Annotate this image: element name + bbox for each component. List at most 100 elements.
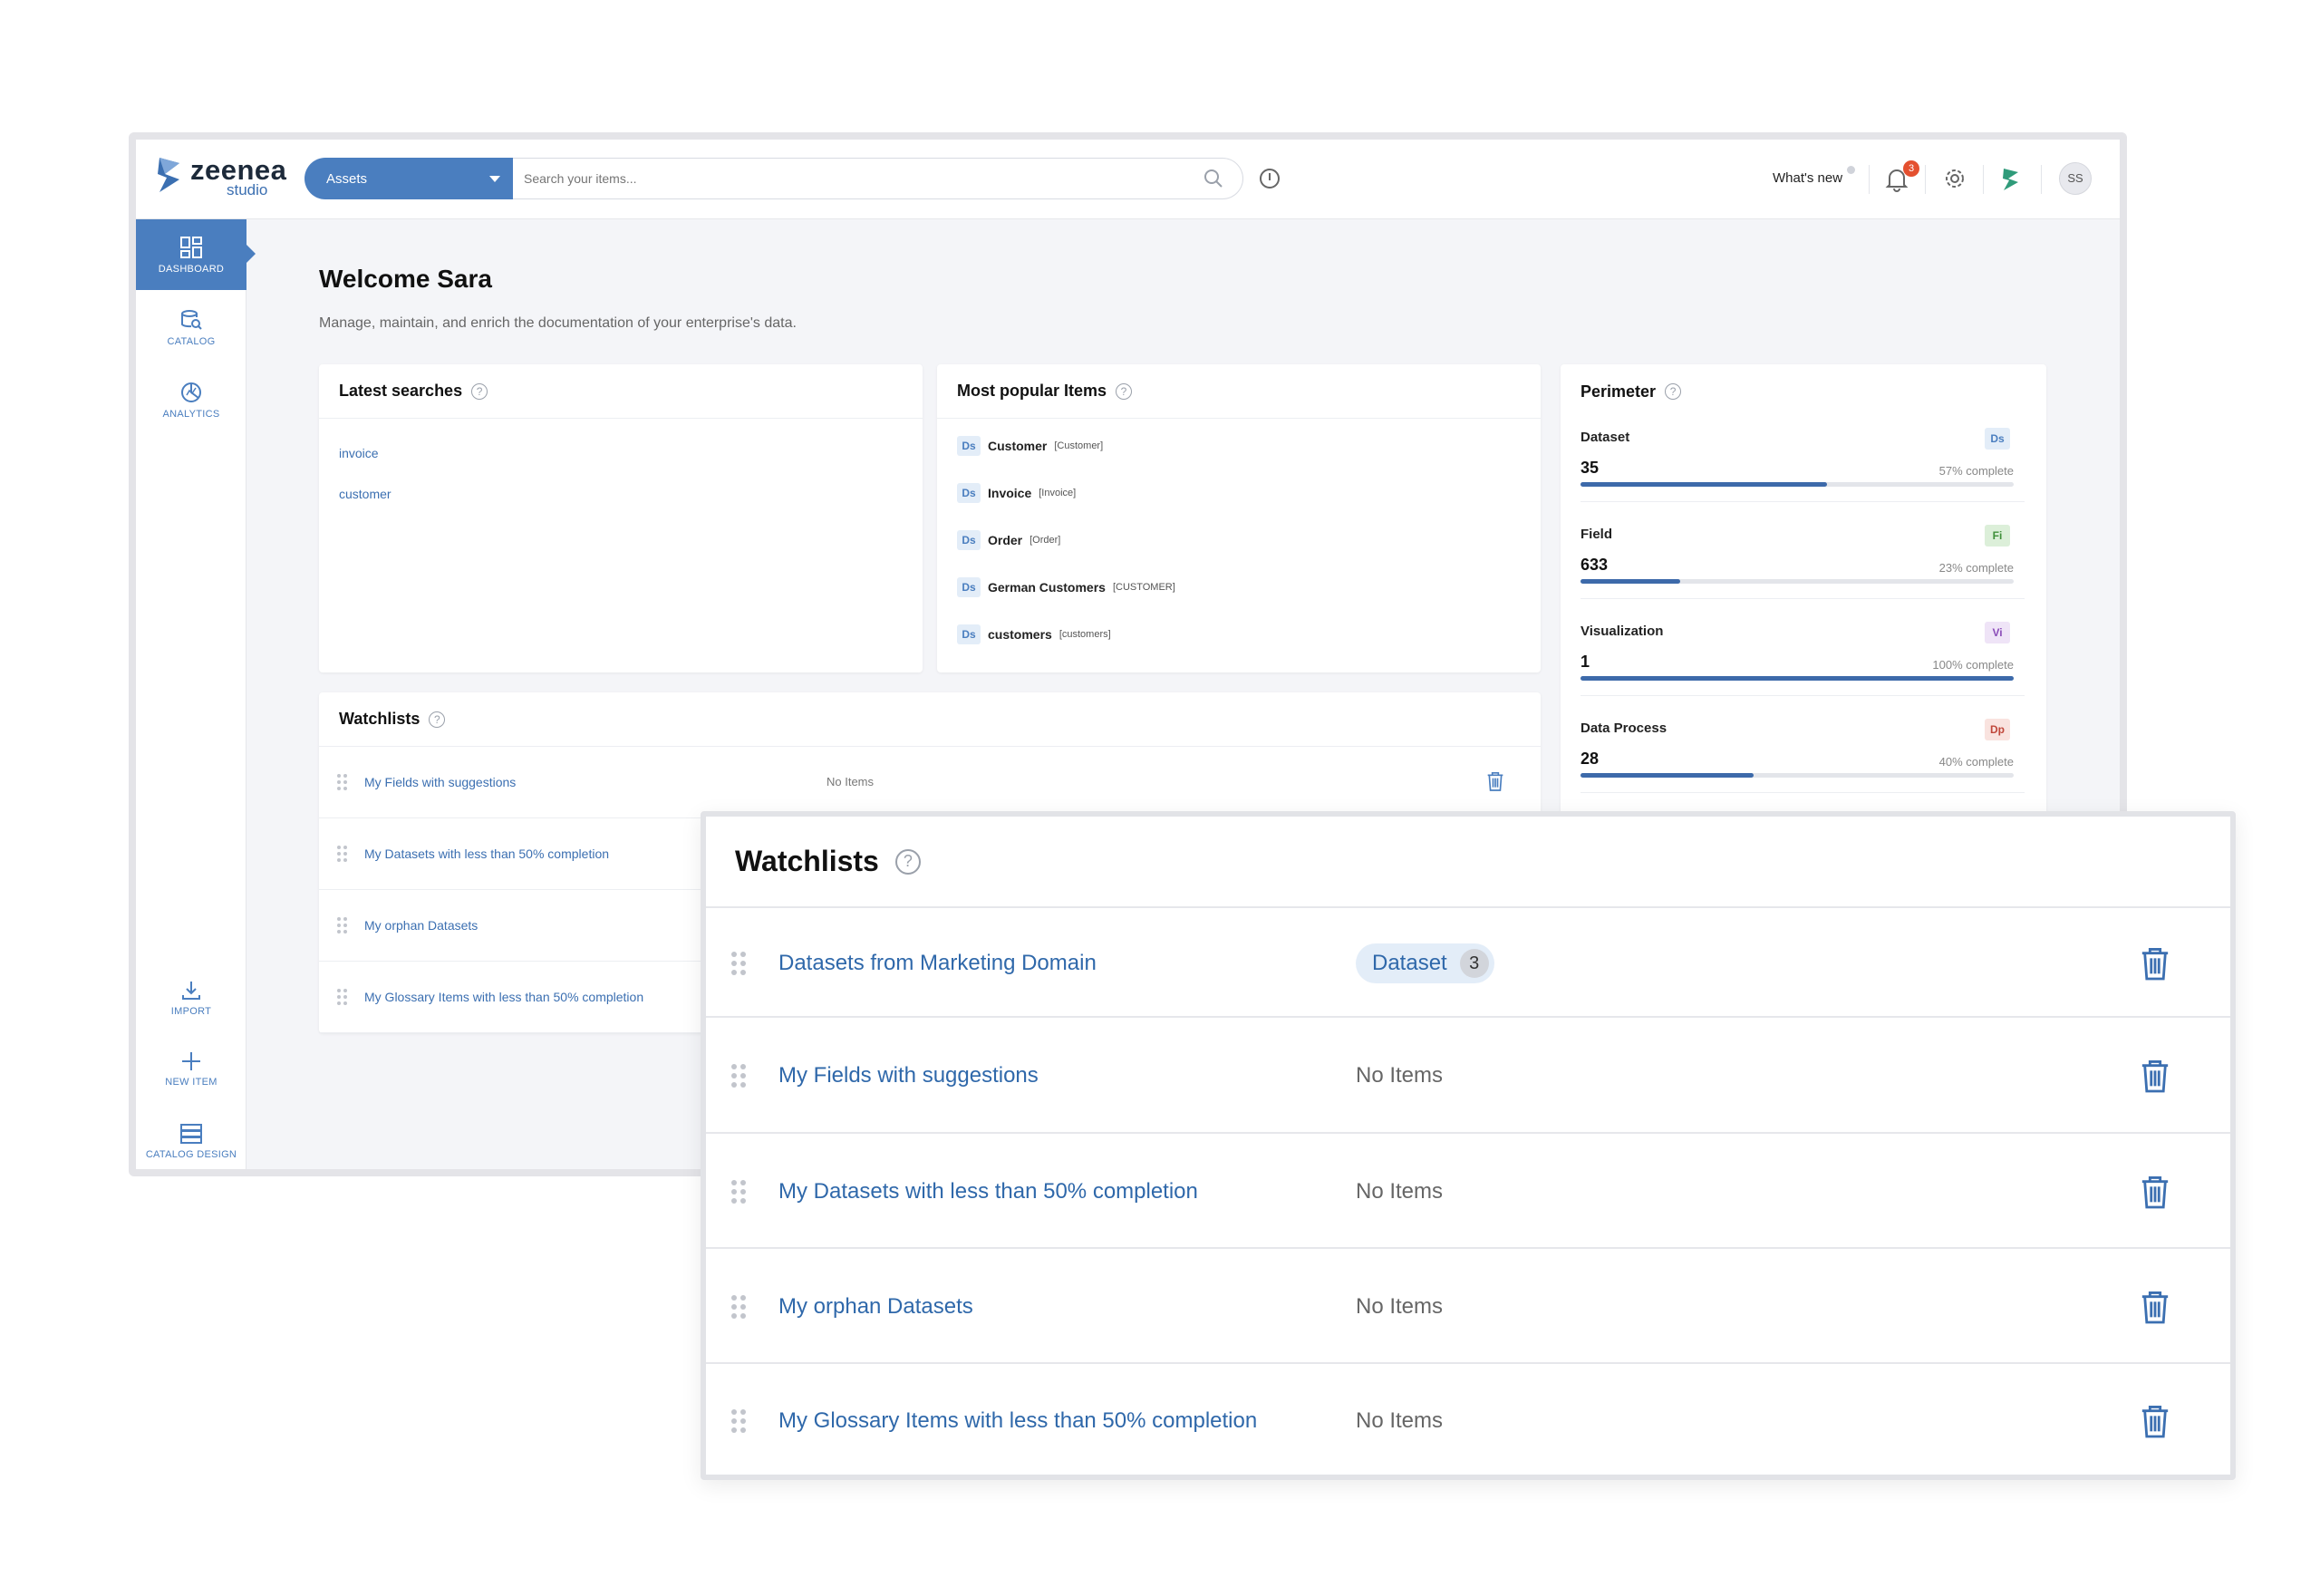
perimeter-item[interactable]: Field Fi 633 23% complete [1580,516,2025,599]
drag-handle-icon[interactable] [337,774,347,790]
trash-icon[interactable] [1486,770,1504,792]
help-icon[interactable]: ? [1665,383,1682,400]
logo[interactable]: zeenea studio [156,156,286,198]
page-title: Welcome Sara [319,265,492,293]
help-icon[interactable]: ? [1116,382,1133,400]
help-icon[interactable]: ? [429,711,446,728]
item-type-badge: Fi [1985,525,2010,547]
drag-handle-icon[interactable] [731,1294,746,1319]
drag-handle-icon[interactable] [337,989,347,1005]
perimeter-item-count: 35 [1580,459,1600,477]
perimeter-item[interactable]: Visualization Vi 1 100% complete [1580,613,2025,696]
perimeter-item-name: Visualization [1580,624,1664,639]
sidebar-item-analytics[interactable]: ANALYTICS [136,364,246,435]
latest-search-item[interactable]: invoice [339,446,379,460]
whats-new-link[interactable]: What's new [1773,170,1842,186]
trash-icon[interactable] [2140,1289,2170,1325]
popular-item-technical-name: [customers] [1058,629,1111,640]
history-icon[interactable] [1258,167,1281,190]
completion-label: 57% complete [1938,464,2014,478]
perimeter-item-name: Dataset [1580,430,1630,445]
watchlist-row: My Fields with suggestions No Items [706,1018,2230,1134]
popular-item[interactable]: Ds Order [Order] [957,530,1060,550]
completion-bar [1580,676,2014,681]
popular-item[interactable]: Ds Customer [Customer] [957,436,1103,456]
perimeter-item[interactable]: Dataset Ds 35 57% complete [1580,419,2025,502]
gear-icon[interactable] [1943,167,1967,190]
completion-label: 23% complete [1938,561,2014,575]
trash-icon[interactable] [2140,1058,2170,1094]
perimeter-card: Perimeter ? Dataset Ds 35 57% complete Field… [1561,364,2046,836]
watchlist-name[interactable]: My Glossary Items with less than 50% com… [364,990,643,1004]
search-scope-select[interactable]: Assets [304,158,513,199]
drag-handle-icon[interactable] [731,1179,746,1204]
dataset-type-badge: Ds [957,530,981,550]
sidebar-item-new-item[interactable]: NEW ITEM [136,1033,246,1104]
import-icon [182,981,200,1000]
completion-bar [1580,579,2014,584]
dataset-type-badge: Ds [957,436,981,456]
search-scope-label: Assets [326,170,368,187]
catalog-design-icon [180,1123,202,1144]
sidebar-item-label: CATALOG [167,335,216,347]
watchlist-name[interactable]: My orphan Datasets [364,918,478,933]
sidebar-item-catalog-design[interactable]: CATALOG DESIGN [136,1106,246,1169]
watchlist-name[interactable]: My Fields with suggestions [364,775,516,789]
zeenea-explorer-icon[interactable] [2001,167,2021,192]
completion-bar [1580,482,2014,487]
trash-icon[interactable] [2140,945,2170,982]
watchlist-name[interactable]: My Datasets with less than 50% completio… [778,1179,1198,1204]
dataset-type-badge: Ds [957,577,981,597]
item-type-badge: Vi [1985,622,2010,643]
watchlist-name[interactable]: My orphan Datasets [778,1294,973,1320]
popular-item-technical-name: [Invoice] [1039,488,1077,498]
drag-handle-icon[interactable] [337,917,347,933]
trash-icon[interactable] [2140,1174,2170,1210]
popular-item[interactable]: Ds Invoice [Invoice] [957,483,1076,503]
zeenea-logo-icon [158,158,179,192]
perimeter-item[interactable]: Data Process Dp 28 40% complete [1580,710,2025,793]
sidebar-item-dashboard[interactable]: DASHBOARD [136,219,256,290]
watchlist-type-pill[interactable]: Dataset 3 [1356,943,1494,983]
sidebar-item-import[interactable]: IMPORT [136,962,246,1033]
search-icon[interactable] [1204,169,1223,189]
card-header: Most popular Items ? [937,364,1541,419]
watchlist-row: My Datasets with less than 50% completio… [706,1134,2230,1249]
drag-handle-icon[interactable] [731,951,746,975]
card-title: Latest searches [339,382,463,400]
drag-handle-icon[interactable] [731,1064,746,1088]
card-title: Perimeter [1580,382,1657,401]
popular-item-name: Order [988,533,1023,547]
watchlist-status: No Items [1356,1408,1444,1433]
popular-item[interactable]: Ds German Customers [CUSTOMER] [957,577,1175,597]
help-icon[interactable]: ? [894,848,921,875]
drag-handle-icon[interactable] [337,846,347,862]
notification-badge: 3 [1903,160,1919,177]
popular-item-name: Invoice [988,486,1032,500]
divider [1869,165,1870,194]
avatar[interactable]: SS [2059,162,2092,195]
watchlist-status: No Items [1356,1063,1444,1088]
watchlists-zoom-card: Watchlists ? Datasets from Marketing Dom… [701,811,2236,1480]
catalog-icon [181,309,202,330]
sidebar-item-catalog[interactable]: CATALOG [136,292,246,363]
watchlist-name[interactable]: My Fields with suggestions [778,1063,1039,1088]
caret-down-icon [489,176,500,182]
watchlist-row: Datasets from Marketing Domain Dataset 3 [706,908,2230,1018]
watchlist-name[interactable]: My Datasets with less than 50% completio… [364,846,609,861]
latest-search-item[interactable]: customer [339,487,392,501]
watchlist-name[interactable]: Datasets from Marketing Domain [778,951,1097,976]
latest-searches-card: Latest searches ? invoice customer [319,364,923,672]
popular-item[interactable]: Ds customers [customers] [957,624,1111,644]
whats-new-dot [1847,166,1855,174]
trash-icon[interactable] [2140,1403,2170,1439]
perimeter-item-count: 28 [1580,750,1600,768]
watchlist-name[interactable]: My Glossary Items with less than 50% com… [778,1408,1257,1434]
search-input[interactable] [513,158,1243,199]
divider [2041,165,2042,194]
completion-bar-fill [1580,773,1754,778]
completion-label: 100% complete [1932,658,2014,672]
perimeter-item-count: 633 [1580,556,1609,574]
help-icon[interactable]: ? [471,382,488,400]
drag-handle-icon[interactable] [731,1409,746,1433]
